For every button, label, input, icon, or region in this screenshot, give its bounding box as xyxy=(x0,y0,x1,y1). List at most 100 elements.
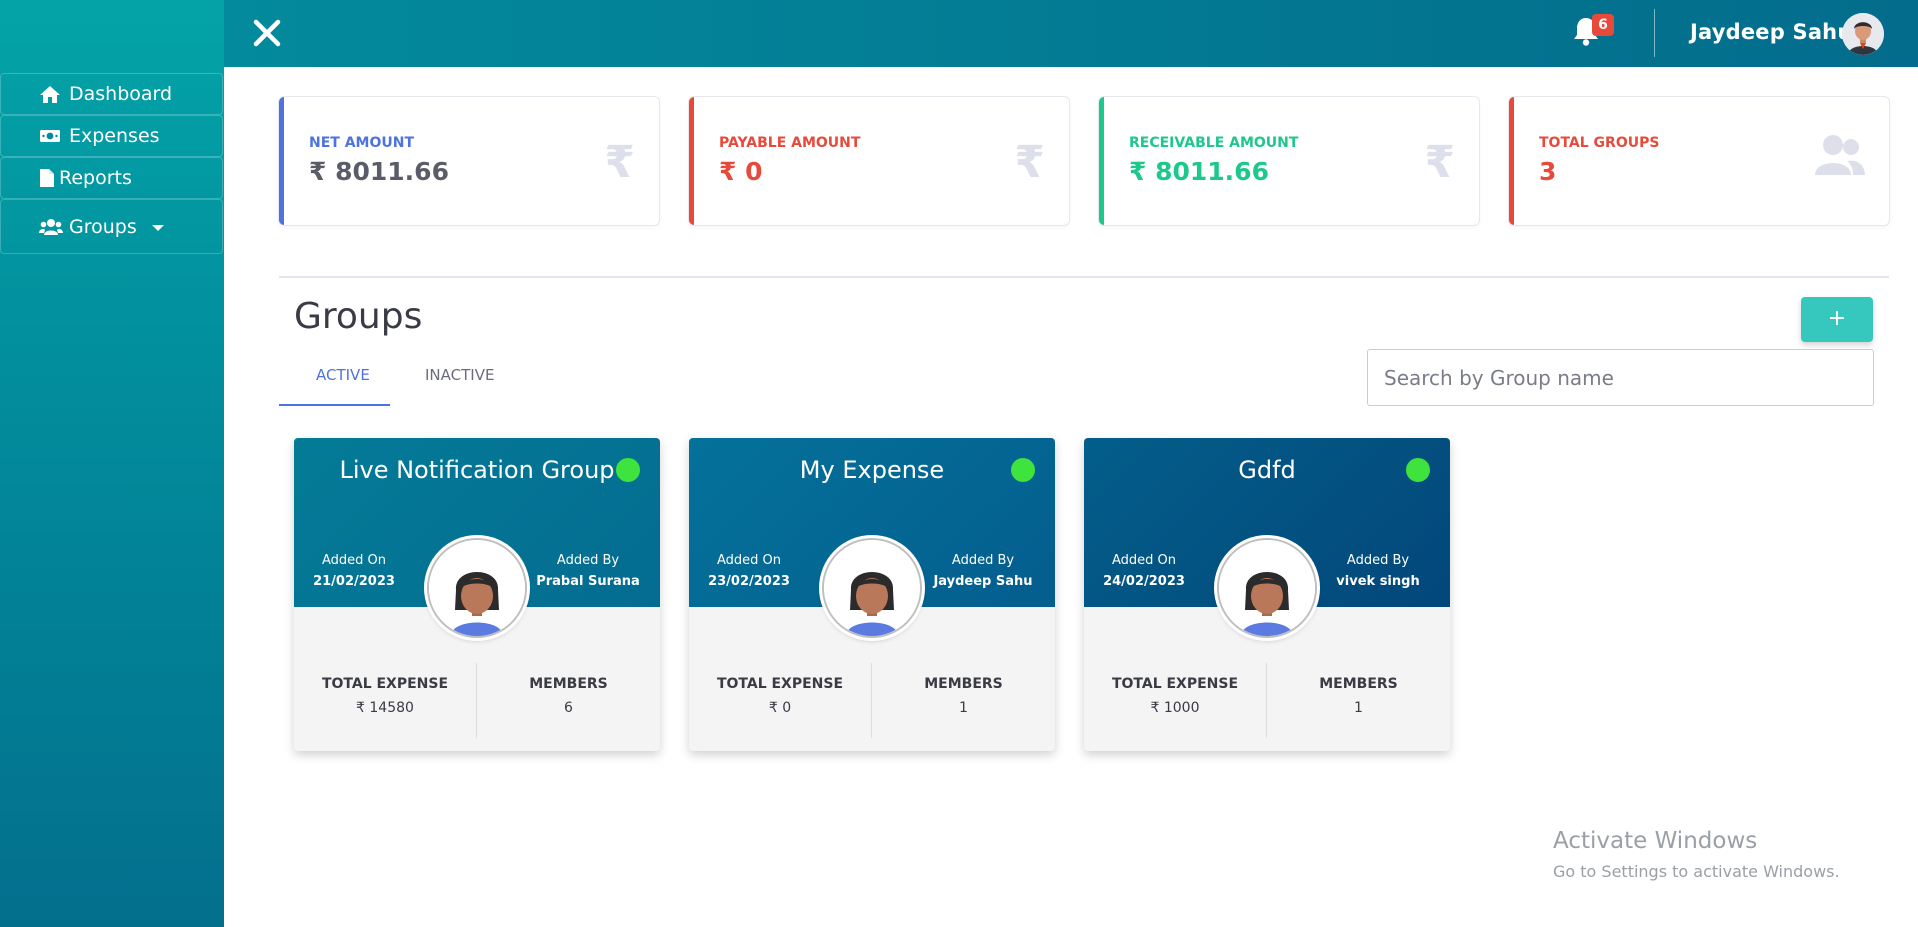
added-on-value: 21/02/2023 xyxy=(313,574,395,589)
search-input[interactable] xyxy=(1367,349,1874,406)
users-icon xyxy=(1813,133,1865,188)
tab-active[interactable]: ACTIVE xyxy=(316,366,370,384)
total-expense-label: TOTAL EXPENSE xyxy=(321,676,449,692)
added-on: Added On 24/02/2023 xyxy=(1084,553,1204,589)
close-sidebar-button[interactable] xyxy=(252,18,282,48)
stat-value: 3 xyxy=(1539,157,1557,186)
users-icon xyxy=(39,217,63,237)
rupee-icon: ₹ xyxy=(1014,137,1045,188)
group-card[interactable]: Gdfd Added On 24/02/2023 Added By vivek … xyxy=(1084,438,1450,751)
stat-label: PAYABLE AMOUNT xyxy=(719,135,861,151)
status-dot xyxy=(1406,458,1430,482)
added-by-label: Added By xyxy=(951,553,1015,568)
members-label: MEMBERS xyxy=(924,676,1003,692)
status-dot xyxy=(616,458,640,482)
total-expense-label: TOTAL EXPENSE xyxy=(1111,676,1239,692)
windows-activation-subtitle: Go to Settings to activate Windows. xyxy=(1553,862,1840,881)
total-expense: TOTAL EXPENSE ₹ 0 xyxy=(689,663,872,738)
header-divider xyxy=(1654,9,1655,57)
total-expense-value: ₹ 1000 xyxy=(1150,700,1200,716)
sidebar-nav: Dashboard Expenses Reports Groups xyxy=(0,73,223,254)
sidebar-item-label: Groups xyxy=(69,215,137,238)
group-avatar xyxy=(427,538,527,638)
stat-card-payable-amount: PAYABLE AMOUNT ₹ 0 ₹ xyxy=(689,97,1069,225)
added-by-value: vivek singh xyxy=(1336,574,1420,589)
sidebar-item-dashboard[interactable]: Dashboard xyxy=(0,73,223,115)
section-divider xyxy=(279,276,1889,278)
stat-accent-bar xyxy=(689,97,694,225)
rupee-icon: ₹ xyxy=(604,137,635,188)
added-on-label: Added On xyxy=(321,553,387,568)
sidebar-item-label: Expenses xyxy=(69,125,160,147)
group-stats: TOTAL EXPENSE ₹ 0 MEMBERS 1 xyxy=(689,663,1055,738)
status-dot xyxy=(1011,458,1035,482)
added-by: Added By Jaydeep Sahu xyxy=(923,553,1043,589)
members: MEMBERS 6 xyxy=(477,663,660,738)
top-header: 6 Jaydeep Sahu xyxy=(224,0,1918,67)
stat-accent-bar xyxy=(1099,97,1104,225)
user-avatar[interactable] xyxy=(1842,13,1884,55)
sidebar-item-reports[interactable]: Reports xyxy=(0,157,223,199)
members-value: 6 xyxy=(564,700,573,716)
total-expense-label: TOTAL EXPENSE xyxy=(716,676,844,692)
group-avatar xyxy=(1217,538,1317,638)
stat-accent-bar xyxy=(279,97,284,225)
add-group-button[interactable]: + xyxy=(1801,297,1873,342)
group-name: Live Notification Group xyxy=(339,456,615,484)
added-by-value: Prabal Surana xyxy=(536,574,640,589)
added-on-value: 23/02/2023 xyxy=(708,574,790,589)
stat-accent-bar xyxy=(1509,97,1514,225)
rupee-icon: ₹ xyxy=(1424,137,1455,188)
added-on-label: Added On xyxy=(1111,553,1177,568)
sidebar-item-label: Dashboard xyxy=(69,83,173,105)
added-on-value: 24/02/2023 xyxy=(1103,574,1185,589)
members-label: MEMBERS xyxy=(529,676,608,692)
group-stats: TOTAL EXPENSE ₹ 1000 MEMBERS 1 xyxy=(1084,663,1450,738)
total-expense-value: ₹ 14580 xyxy=(356,700,414,716)
added-by-value: Jaydeep Sahu xyxy=(933,574,1033,589)
windows-activation-title: Activate Windows xyxy=(1553,828,1758,854)
stat-value: ₹ 8011.66 xyxy=(1129,157,1269,186)
added-by: Added By Prabal Surana xyxy=(528,553,648,589)
active-tab-indicator xyxy=(279,404,390,406)
total-expense-value: ₹ 0 xyxy=(768,700,792,716)
added-on: Added On 21/02/2023 xyxy=(294,553,414,589)
user-name[interactable]: Jaydeep Sahu xyxy=(1690,20,1852,44)
stat-value: ₹ 8011.66 xyxy=(309,157,449,186)
added-by-label: Added By xyxy=(1346,553,1410,568)
added-on: Added On 23/02/2023 xyxy=(689,553,809,589)
group-stats: TOTAL EXPENSE ₹ 14580 MEMBERS 6 xyxy=(294,663,660,738)
total-expense: TOTAL EXPENSE ₹ 1000 xyxy=(1084,663,1267,738)
stat-value: ₹ 0 xyxy=(719,157,763,186)
stat-card-total-groups: TOTAL GROUPS 3 xyxy=(1509,97,1889,225)
stat-label: NET AMOUNT xyxy=(309,135,415,151)
sidebar: Dashboard Expenses Reports Groups xyxy=(0,0,224,927)
stat-label: RECEIVABLE AMOUNT xyxy=(1129,135,1299,151)
members-value: 1 xyxy=(1354,700,1363,716)
money-icon xyxy=(39,126,63,146)
notification-count-badge: 6 xyxy=(1592,14,1614,36)
added-by-label: Added By xyxy=(556,553,620,568)
group-card[interactable]: Live Notification Group Added On 21/02/2… xyxy=(294,438,660,751)
members-label: MEMBERS xyxy=(1319,676,1398,692)
total-expense: TOTAL EXPENSE ₹ 14580 xyxy=(294,663,477,738)
stat-label: TOTAL GROUPS xyxy=(1539,135,1660,151)
added-on-label: Added On xyxy=(716,553,782,568)
tab-inactive[interactable]: INACTIVE xyxy=(425,366,494,384)
sidebar-item-label: Reports xyxy=(59,167,132,189)
stat-card-net-amount: NET AMOUNT ₹ 8011.66 ₹ xyxy=(279,97,659,225)
page-title: Groups xyxy=(294,296,423,337)
group-avatar xyxy=(822,538,922,638)
file-icon xyxy=(39,168,57,188)
members: MEMBERS 1 xyxy=(872,663,1055,738)
group-name: Gdfd xyxy=(1238,456,1296,484)
members-value: 1 xyxy=(959,700,968,716)
home-icon xyxy=(39,84,63,104)
sidebar-item-groups[interactable]: Groups xyxy=(0,199,223,254)
stat-card-receivable-amount: RECEIVABLE AMOUNT ₹ 8011.66 ₹ xyxy=(1099,97,1479,225)
members: MEMBERS 1 xyxy=(1267,663,1450,738)
added-by: Added By vivek singh xyxy=(1318,553,1438,589)
sidebar-item-expenses[interactable]: Expenses xyxy=(0,115,223,157)
caret-down-icon xyxy=(151,216,165,238)
group-card[interactable]: My Expense Added On 23/02/2023 Added By … xyxy=(689,438,1055,751)
